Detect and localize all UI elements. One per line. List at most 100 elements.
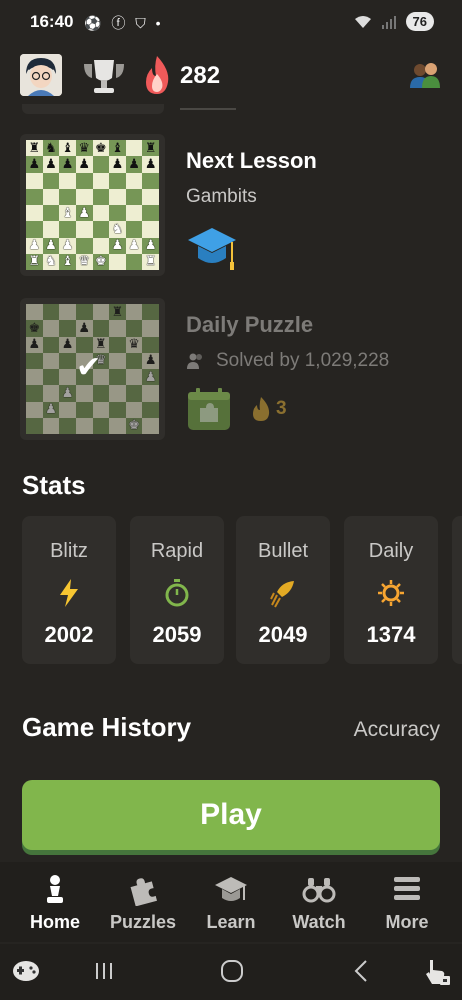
lesson-subtitle: Gambits (186, 186, 257, 207)
nav-watch[interactable]: Watch (274, 872, 364, 933)
stopwatch-icon (165, 579, 189, 607)
flame-icon[interactable] (140, 54, 174, 96)
nav-label: Home (29, 912, 80, 932)
board-square (109, 401, 126, 418)
board-square: ♟ (26, 237, 43, 254)
board-square (109, 172, 126, 189)
board-square (75, 304, 93, 321)
touch-lock-icon[interactable] (420, 956, 452, 986)
nav-more[interactable]: More (362, 872, 452, 933)
board-square (59, 417, 76, 434)
board-square (59, 352, 76, 369)
board-square (26, 385, 43, 402)
board-square: ♚ (92, 253, 110, 270)
home-button-icon[interactable] (216, 956, 248, 986)
puzzle-streak-count: 3 (276, 398, 287, 419)
board-square: ♟ (26, 156, 43, 173)
board-square (75, 417, 93, 434)
stats-row[interactable]: Blitz 2002 Rapid 2059 Bullet 2049 Daily (22, 516, 462, 664)
stat-card-bullet[interactable]: Bullet 2049 (236, 516, 330, 664)
board-square (26, 401, 43, 418)
board-square (42, 385, 60, 402)
check-icon: ✔ (76, 350, 102, 385)
board-square: ♛ (75, 253, 93, 270)
gamepad-icon[interactable] (10, 956, 42, 986)
nav-label: More (385, 912, 429, 932)
next-lesson-card[interactable]: ♜ ♞ ♝ ♛ ♚ ♝ ♜ ♟ ♟ ♟ ♟ ♟ ♟ ♟ ♝ ♟ ♞ ♟ ♟ ♟ ♟ ♟ ♟ ♜ ♞ ♝ ♛ ♚ ♜ Next Lesso… (0, 134, 462, 284)
board-square (26, 417, 43, 434)
recent-apps-icon[interactable] (88, 956, 120, 986)
board-square (142, 188, 159, 205)
board-square (26, 188, 43, 205)
friends-icon[interactable] (408, 60, 442, 90)
board-square (142, 336, 159, 353)
board-square (125, 304, 143, 321)
puzzle-title: Daily Puzzle (186, 312, 314, 337)
board-square: ♜ (142, 253, 159, 270)
board-square (42, 221, 60, 238)
board-square (142, 304, 159, 321)
pawn-icon (47, 875, 63, 903)
stat-card-next[interactable] (452, 516, 462, 664)
stat-name: Blitz (50, 540, 88, 562)
board-square (26, 172, 43, 189)
stat-value: 2002 (44, 622, 94, 647)
board-square (75, 172, 93, 189)
board-square (26, 352, 43, 369)
nav-puzzles[interactable]: Puzzles (98, 872, 188, 933)
board-square (92, 188, 110, 205)
nav-home[interactable]: Home (10, 872, 100, 933)
board-square (42, 417, 60, 434)
board-square (92, 205, 110, 222)
board-square (142, 172, 159, 189)
board-square (92, 417, 110, 434)
board-square: ♟ (75, 205, 93, 222)
board-square (59, 369, 76, 386)
board-square (42, 205, 60, 222)
board-square (26, 369, 43, 386)
play-button[interactable]: Play (22, 780, 440, 850)
board-square (142, 401, 159, 418)
avatar[interactable] (20, 54, 62, 96)
nav-learn[interactable]: Learn (186, 872, 276, 933)
previous-card-edge (22, 104, 164, 114)
board-square (59, 401, 76, 418)
battery-level: 76 (405, 12, 434, 31)
trophy-icon[interactable] (80, 56, 128, 96)
board-square (142, 221, 159, 238)
stat-card-daily[interactable]: Daily 1374 (344, 516, 438, 664)
binoculars-icon (302, 878, 336, 903)
nav-label: Puzzles (109, 912, 177, 932)
board-square (59, 221, 76, 238)
board-square (75, 385, 93, 402)
board-square: ♟ (42, 237, 60, 254)
board-square: ♟ (142, 369, 159, 386)
board-square: ♛ (75, 140, 93, 157)
stat-value: 2049 (258, 622, 308, 647)
board-square: ♟ (26, 336, 43, 353)
board-square: ♜ (142, 140, 159, 157)
board-square (125, 369, 143, 386)
puzzle-solved: Solved by 1,029,228 (186, 350, 389, 372)
stat-card-rapid[interactable]: Rapid 2059 (130, 516, 224, 664)
board-square: ♟ (59, 156, 76, 173)
board-square: ♟ (59, 385, 76, 402)
board-square: ♝ (59, 253, 76, 270)
board-square (92, 304, 110, 321)
daily-puzzle-card[interactable]: ♜ ♚ ♟ ♟ ♟ ♜ ♛ ♛ ♟ ♟ ♟ ♟ ♚ ✔ Daily Puzzle Solved by 1… (0, 298, 462, 448)
puzzle-streak: 3 (250, 396, 287, 422)
board-square (142, 385, 159, 402)
board-square (109, 385, 126, 402)
board-square (42, 172, 60, 189)
people-icon (187, 353, 202, 369)
board-square (42, 304, 60, 321)
accuracy-link[interactable]: Accuracy (354, 718, 440, 742)
signal-icon (381, 15, 396, 29)
back-icon[interactable] (346, 956, 378, 986)
board-square: ♞ (42, 140, 60, 157)
board-square: ♟ (59, 237, 76, 254)
board-square: ♜ (26, 253, 43, 270)
board-square (75, 221, 93, 238)
board-square (125, 352, 143, 369)
stat-card-blitz[interactable]: Blitz 2002 (22, 516, 116, 664)
